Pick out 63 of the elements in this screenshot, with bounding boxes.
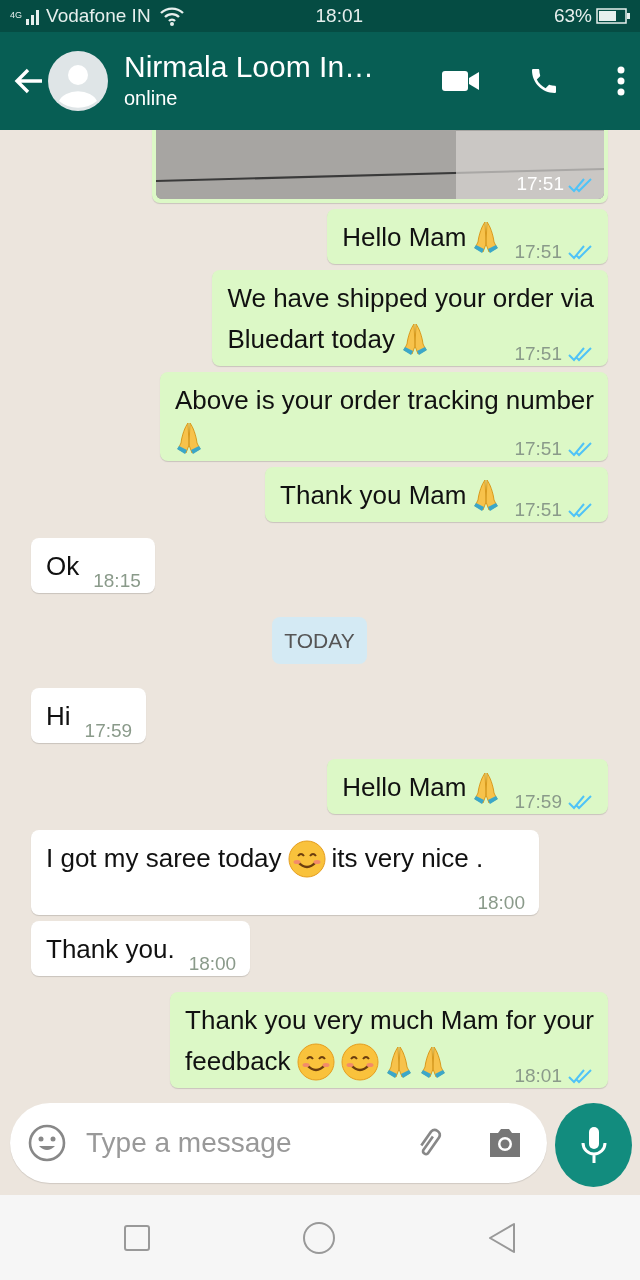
- back-icon[interactable]: [486, 1221, 517, 1254]
- message-time: 17:51: [514, 239, 562, 264]
- message-time: 17:59: [514, 790, 562, 814]
- message-bubble[interactable]: Ok 18:15: [31, 537, 155, 593]
- emoji-icon[interactable]: [28, 1124, 66, 1162]
- message-time: 17:59: [84, 719, 133, 743]
- recent-apps-icon[interactable]: [123, 1223, 152, 1252]
- back-arrow-icon[interactable]: [14, 68, 44, 94]
- message-time: 18:00: [188, 952, 237, 976]
- message-text: Hello Mam: [342, 220, 467, 254]
- message-time: 18:01: [514, 1064, 562, 1088]
- message-bubble[interactable]: Above is your order tracking number 17:51: [159, 371, 608, 461]
- folded-hands-icon: [401, 322, 430, 356]
- video-call-icon[interactable]: [442, 69, 480, 93]
- microphone-icon: [579, 1125, 608, 1165]
- contact-name[interactable]: Nirmala Loom In…: [124, 49, 442, 83]
- message-text: its very nice .: [331, 842, 484, 875]
- message-text: Bluedart today: [227, 322, 396, 356]
- message-text: Hello Mam: [342, 771, 467, 804]
- message-bubble[interactable]: Hello Mam 17:51: [327, 208, 608, 264]
- folded-hands-icon: [384, 1044, 413, 1079]
- avatar-icon[interactable]: [48, 51, 108, 111]
- message-text: We have shipped your order via: [227, 282, 594, 313]
- message-bubble[interactable]: We have shipped your order via Bluedart today 17:51: [212, 269, 608, 366]
- folded-hands-icon: [472, 220, 501, 254]
- message-bubble[interactable]: I got my saree today its very nice . 18:00: [31, 830, 539, 915]
- smiling-face-icon: [340, 1042, 379, 1081]
- message-text: Thank you Mam: [280, 478, 467, 512]
- message-text: Ok: [46, 549, 80, 583]
- wifi-icon: [158, 6, 185, 26]
- message-bubble[interactable]: Hello Mam 17:59: [327, 759, 608, 814]
- message-time: 17:51: [514, 436, 562, 461]
- folded-hands-icon: [472, 478, 501, 512]
- message-time: 17:51: [516, 172, 564, 195]
- message-field[interactable]: Type a message: [10, 1103, 548, 1183]
- message-time: 18:15: [93, 568, 141, 593]
- folded-hands-icon: [418, 1044, 447, 1079]
- message-bubble[interactable]: Hi 17:59: [31, 688, 147, 743]
- carrier-name: Vodafone IN: [46, 3, 151, 28]
- message-time: 17:51: [514, 497, 562, 522]
- message-text: Thank you.: [46, 933, 175, 966]
- message-bubble[interactable]: Thank you Mam 17:51: [265, 466, 608, 522]
- presence-status: online: [124, 85, 179, 111]
- message-text: I got my saree today: [46, 842, 282, 875]
- folded-hands-icon: [472, 770, 501, 805]
- clock-time: 18:01: [314, 3, 365, 28]
- smiling-face-icon: [287, 839, 326, 878]
- smiling-face-icon: [296, 1042, 335, 1081]
- folded-hands-icon: [174, 420, 203, 455]
- message-text: Hi: [46, 700, 71, 733]
- message-time: 18:00: [477, 891, 525, 915]
- message-time: 17:51: [514, 341, 562, 366]
- message-bubble[interactable]: Thank you very much Mam for your feedback 18:01: [170, 992, 608, 1088]
- message-text: Above is your order tracking number: [174, 384, 594, 415]
- message-bubble[interactable]: Thank you. 18:00: [31, 921, 251, 976]
- network-label: 4G: [10, 9, 22, 23]
- battery-icon: [596, 8, 630, 24]
- signal-icon: [26, 7, 42, 25]
- more-options-icon[interactable]: [616, 66, 626, 96]
- home-icon[interactable]: [302, 1220, 336, 1255]
- message-text: Thank you very much Mam for your: [185, 1005, 594, 1035]
- message-text: feedback: [185, 1045, 291, 1078]
- battery-percent: 63%: [553, 3, 592, 28]
